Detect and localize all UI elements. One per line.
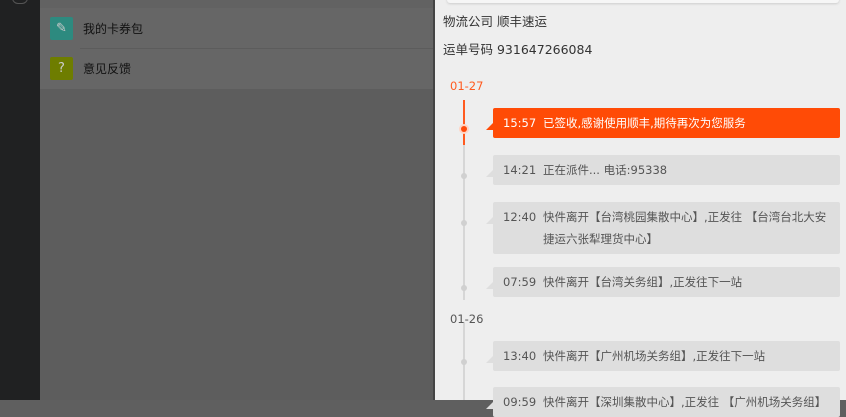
event-text: 快件离开【台湾桃园集散中心】,正发往 【台湾台北大安捷运六张犁理货中心】 (543, 210, 827, 246)
menu-item-label: 意见反馈 (83, 62, 132, 76)
timeline-dot (461, 359, 467, 365)
event-time: 14:21 (503, 163, 537, 177)
top-card (447, 0, 839, 3)
event-time: 15:57 (503, 116, 537, 130)
top-strip (40, 0, 433, 8)
event-time: 13:40 (503, 349, 537, 363)
event-text: 已签收,感谢使用顺丰,期待再次为您服务 (543, 116, 746, 130)
dimmed-overlay[interactable]: ✎ 我的卡券包 ? 意见反馈 (40, 0, 433, 400)
courier-company: 物流公司 顺丰速运 (443, 14, 547, 29)
left-nav-bar (0, 0, 40, 400)
tracking-panel: 物流公司 顺丰速运 运单号码 931647266084 01-27 15:57 已… (433, 0, 846, 417)
menu-item-coupons[interactable]: ✎ 我的卡券包 (40, 8, 433, 48)
menu-item-feedback[interactable]: ? 意见反馈 (50, 48, 433, 88)
event-time: 09:59 (503, 395, 537, 409)
timeline-event: 15:57 已签收,感谢使用顺丰,期待再次为您服务 (486, 108, 840, 138)
timeline-line-active (463, 100, 465, 145)
chat-icon[interactable] (12, 0, 28, 4)
event-text: 快件离开【广州机场关务组】,正发往下一站 (543, 349, 766, 363)
timeline-event: 14:21 正在派件... 电话:95338 (486, 155, 840, 185)
menu-list: ✎ 我的卡券包 ? 意见反馈 (40, 8, 433, 89)
tracking-number[interactable]: 运单号码 931647266084 (443, 39, 592, 58)
event-text: 快件离开【台湾关务组】,正发往下一站 (543, 275, 743, 289)
timeline-dot (461, 126, 467, 132)
event-text: 快件离开【深圳集散中心】,正发往 【广州机场关务组】 (543, 395, 827, 409)
question-icon: ? (50, 57, 73, 80)
timeline-event: 12:40 快件离开【台湾桃园集散中心】,正发往 【台湾台北大安捷运六张犁理货中心… (486, 202, 840, 254)
event-text: 正在派件... 电话:95338 (543, 163, 668, 177)
ticket-icon: ✎ (50, 16, 73, 40)
menu-item-label: 我的卡券包 (83, 21, 144, 36)
timeline-event: 07:59 快件离开【台湾关务组】,正发往下一站 (486, 267, 840, 297)
timeline-event: 13:40 快件离开【广州机场关务组】,正发往下一站 (486, 341, 840, 371)
timeline-dot (461, 173, 467, 179)
timeline-date: 01-27 (450, 79, 484, 93)
timeline-dot (461, 220, 467, 226)
timeline-date: 01-26 (450, 312, 484, 326)
event-time: 12:40 (503, 210, 537, 224)
event-time: 07:59 (503, 275, 537, 289)
timeline-event: 09:59 快件离开【深圳集散中心】,正发往 【广州机场关务组】 (486, 387, 840, 417)
timeline-line (463, 100, 465, 400)
timeline-dot (461, 285, 467, 291)
